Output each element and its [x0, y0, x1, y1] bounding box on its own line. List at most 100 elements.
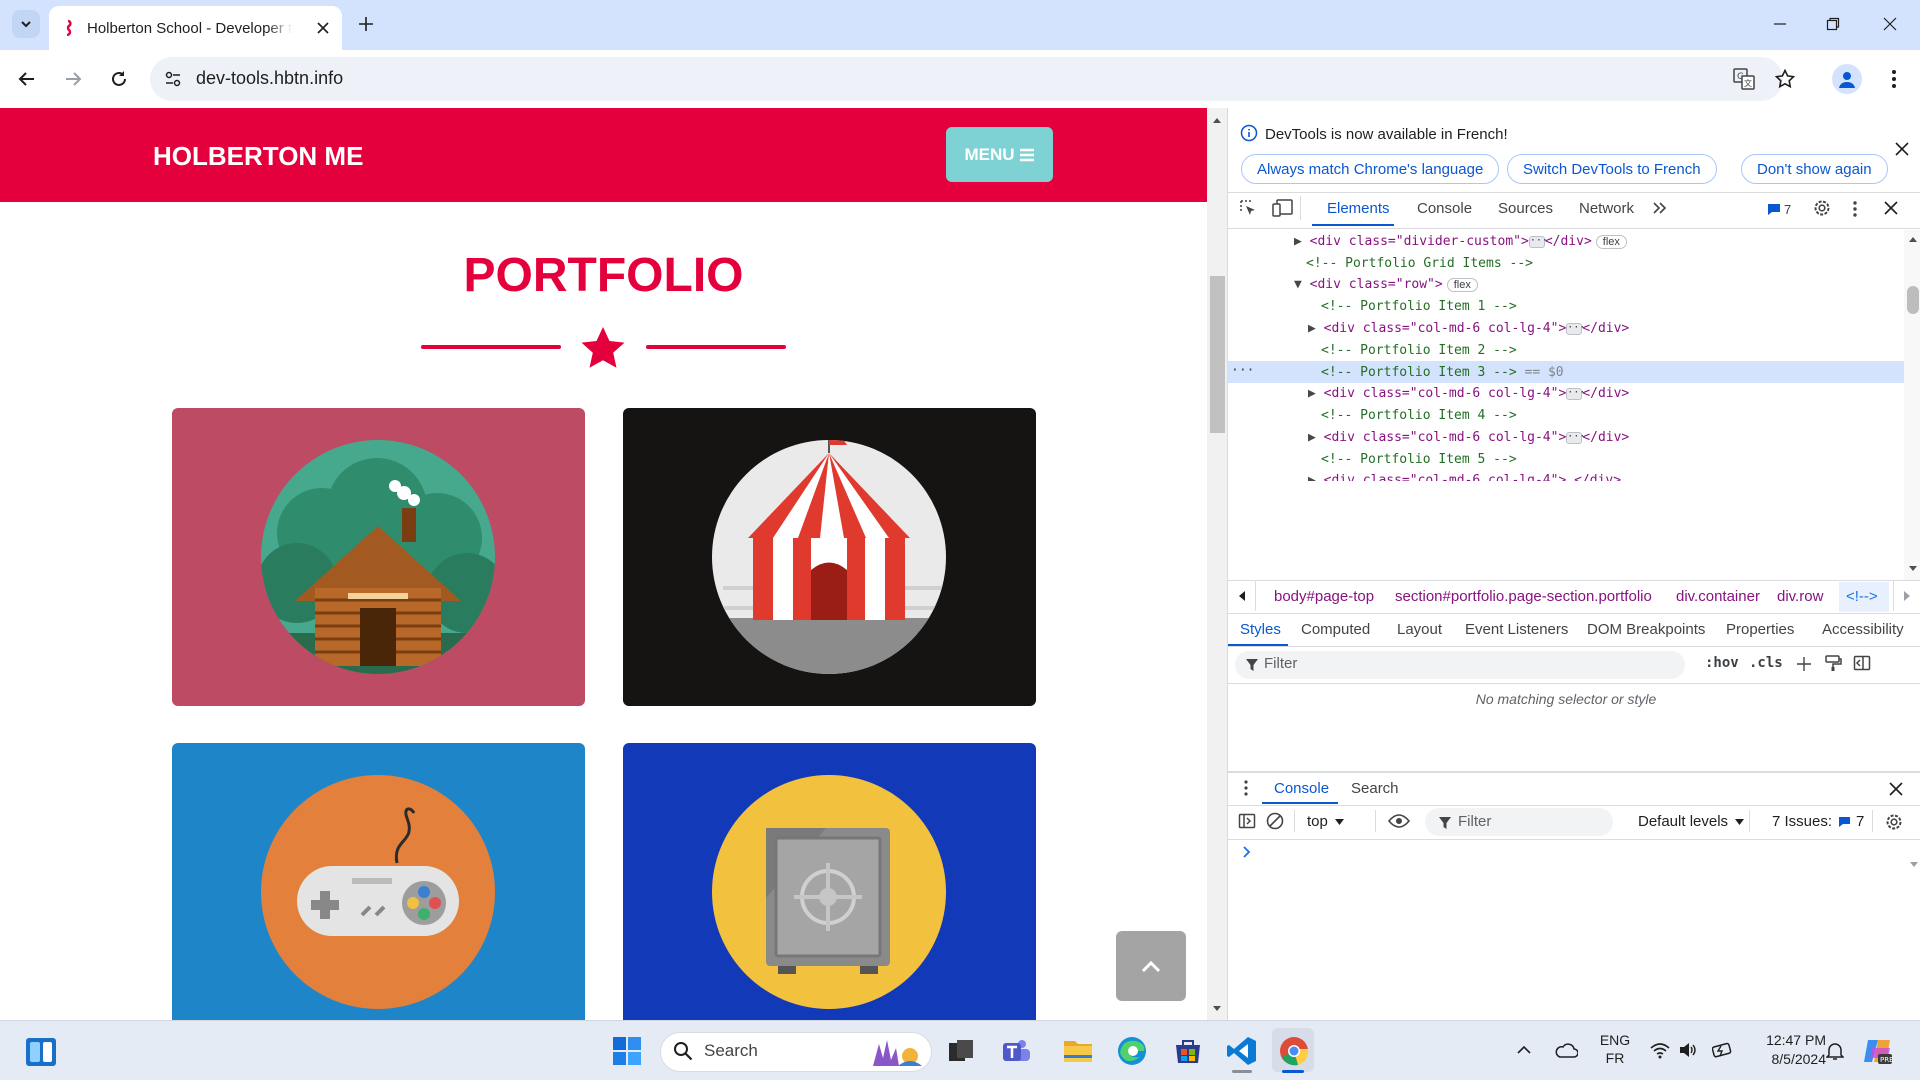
battery-icon[interactable]	[1712, 1042, 1734, 1058]
tab-layout[interactable]: Layout	[1397, 621, 1442, 638]
site-info-icon[interactable]	[162, 68, 184, 90]
tab-styles[interactable]: Styles	[1240, 621, 1281, 638]
notification-bell-icon[interactable]	[1826, 1041, 1844, 1061]
tab-properties[interactable]: Properties	[1726, 621, 1794, 638]
site-brand[interactable]: HOLBERTON ME	[153, 141, 363, 172]
dom-line[interactable]: ▶ <div class="col-md-6 col-lg-4">···</di…	[1308, 386, 1629, 401]
page-scrollbar-thumb[interactable]	[1210, 276, 1225, 433]
tab-event-listeners[interactable]: Event Listeners	[1465, 621, 1568, 638]
cls-button[interactable]: .cls	[1749, 655, 1783, 671]
profile-avatar[interactable]	[1832, 64, 1862, 94]
add-rule-icon[interactable]	[1796, 656, 1812, 672]
console-filter-input[interactable]	[1425, 808, 1613, 836]
dom-scrollbar-thumb[interactable]	[1907, 286, 1919, 314]
clear-console-icon[interactable]	[1266, 812, 1284, 830]
dom-line[interactable]: ▼ <div class="row"> flex	[1294, 277, 1478, 292]
portfolio-item-1[interactable]	[172, 408, 585, 706]
widgets-icon[interactable]	[25, 1037, 57, 1067]
scroll-to-top-button[interactable]	[1116, 931, 1186, 1001]
wifi-icon[interactable]	[1650, 1041, 1670, 1059]
start-windows-icon[interactable]	[612, 1036, 642, 1066]
portfolio-item-3[interactable]	[172, 743, 585, 1020]
console-settings-icon[interactable]	[1884, 812, 1904, 832]
task-view-icon[interactable]	[945, 1035, 977, 1067]
breadcrumb-item[interactable]: div.container	[1676, 588, 1760, 605]
dom-line[interactable]: ▶ <div class="col-md-6 col-lg-4">···</di…	[1308, 321, 1629, 336]
sidebar-toggle-icon[interactable]	[1853, 654, 1871, 672]
dom-line[interactable]: <!-- Portfolio Grid Items -->	[1306, 256, 1533, 271]
tab-accessibility[interactable]: Accessibility	[1822, 621, 1904, 638]
dont-show-again-button[interactable]: Don't show again	[1741, 154, 1888, 184]
chevron-up-icon[interactable]	[1516, 1043, 1532, 1055]
store-icon[interactable]	[1172, 1035, 1204, 1067]
scroll-down-arrow-icon[interactable]	[1909, 566, 1917, 572]
bookmark-star-icon[interactable]	[1773, 67, 1797, 91]
issues-chat-icon[interactable]	[1767, 203, 1781, 216]
reload-button[interactable]	[104, 64, 134, 94]
dom-line[interactable]: <!-- Portfolio Item 5 -->	[1321, 452, 1517, 467]
browser-menu-button[interactable]	[1882, 64, 1906, 94]
tab-elements[interactable]: Elements	[1327, 200, 1390, 217]
eye-icon[interactable]	[1388, 814, 1410, 828]
breadcrumb-item[interactable]: section#portfolio.page-section.portfolio	[1395, 588, 1652, 605]
tab-dom-breakpoints[interactable]: DOM Breakpoints	[1587, 621, 1705, 638]
address-bar[interactable]	[150, 57, 1783, 101]
copilot-icon[interactable]: PRE	[1862, 1036, 1894, 1066]
switch-to-french-button[interactable]: Switch DevTools to French	[1507, 154, 1717, 184]
device-toolbar-icon[interactable]	[1272, 198, 1294, 218]
dom-line[interactable]: <!-- Portfolio Item 1 -->	[1321, 299, 1517, 314]
chrome-icon[interactable]	[1278, 1035, 1310, 1067]
tab-search-button[interactable]	[12, 10, 40, 38]
tab-console[interactable]: Console	[1417, 200, 1472, 217]
context-selector[interactable]: top	[1307, 813, 1344, 830]
more-tabs-icon[interactable]	[1652, 200, 1668, 216]
drawer-tab-console[interactable]: Console	[1274, 780, 1329, 797]
scroll-down-arrow-icon[interactable]	[1212, 1005, 1222, 1013]
tab-computed[interactable]: Computed	[1301, 621, 1370, 638]
minimize-button[interactable]	[1765, 10, 1795, 38]
issues-button[interactable]: 7 Issues: 7	[1772, 813, 1864, 830]
back-button[interactable]	[12, 64, 42, 94]
file-explorer-icon[interactable]	[1062, 1035, 1094, 1067]
restore-button[interactable]	[1818, 10, 1848, 38]
forward-button[interactable]	[58, 64, 88, 94]
banner-close-button[interactable]	[1893, 140, 1911, 158]
console-prompt-icon[interactable]	[1242, 845, 1252, 859]
paint-roller-icon[interactable]	[1824, 654, 1842, 672]
window-close-button[interactable]	[1875, 10, 1905, 38]
breadcrumb-left-button[interactable]	[1228, 581, 1256, 611]
breadcrumb-item[interactable]: div.row	[1777, 588, 1823, 605]
url-text[interactable]: dev-tools.hbtn.info	[196, 68, 343, 89]
dom-line[interactable]: ▶ <div class="col-md-6 col-lg-4"> </div>	[1308, 473, 1621, 481]
dom-line[interactable]: <!-- Portfolio Item 3 --> == $0	[1321, 365, 1564, 380]
edge-icon[interactable]	[1116, 1035, 1148, 1067]
dom-line[interactable]: <!-- Portfolio Item 4 -->	[1321, 408, 1517, 423]
teams-icon[interactable]	[1000, 1035, 1032, 1067]
dom-line[interactable]: <!-- Portfolio Item 2 -->	[1321, 343, 1517, 358]
console-sidebar-icon[interactable]	[1238, 812, 1256, 830]
tab-sources[interactable]: Sources	[1498, 200, 1553, 217]
vscode-icon[interactable]	[1226, 1035, 1258, 1067]
language-indicator[interactable]: ENG FR	[1599, 1032, 1631, 1066]
gear-icon[interactable]	[1812, 198, 1832, 218]
log-levels-dropdown[interactable]: Default levels	[1638, 813, 1745, 830]
devtools-menu-icon[interactable]	[1852, 200, 1858, 218]
dom-scrollbar[interactable]	[1904, 230, 1920, 580]
breadcrumb-item-selected[interactable]: <!-->	[1846, 588, 1878, 605]
styles-filter-input[interactable]	[1235, 651, 1685, 679]
dom-line[interactable]: ▶ <div class="col-md-6 col-lg-4">···</di…	[1308, 430, 1629, 445]
drawer-close-icon[interactable]	[1889, 782, 1903, 796]
drawer-menu-icon[interactable]	[1244, 780, 1248, 796]
scroll-up-arrow-icon[interactable]	[1212, 116, 1222, 124]
scroll-up-arrow-icon[interactable]	[1909, 236, 1917, 242]
breadcrumb-item[interactable]: body#page-top	[1274, 588, 1374, 605]
dom-line-more-icon[interactable]: ···	[1231, 363, 1254, 378]
drawer-tab-search[interactable]: Search	[1351, 780, 1399, 797]
portfolio-item-4[interactable]	[623, 743, 1036, 1020]
issues-count[interactable]: 7	[1784, 202, 1791, 217]
always-match-language-button[interactable]: Always match Chrome's language	[1241, 154, 1500, 184]
dom-line[interactable]: ▶ <div class="divider-custom">···</div> f…	[1294, 234, 1627, 249]
new-tab-button[interactable]	[352, 10, 380, 38]
onedrive-cloud-icon[interactable]	[1554, 1042, 1578, 1058]
inspect-element-icon[interactable]	[1238, 198, 1258, 218]
